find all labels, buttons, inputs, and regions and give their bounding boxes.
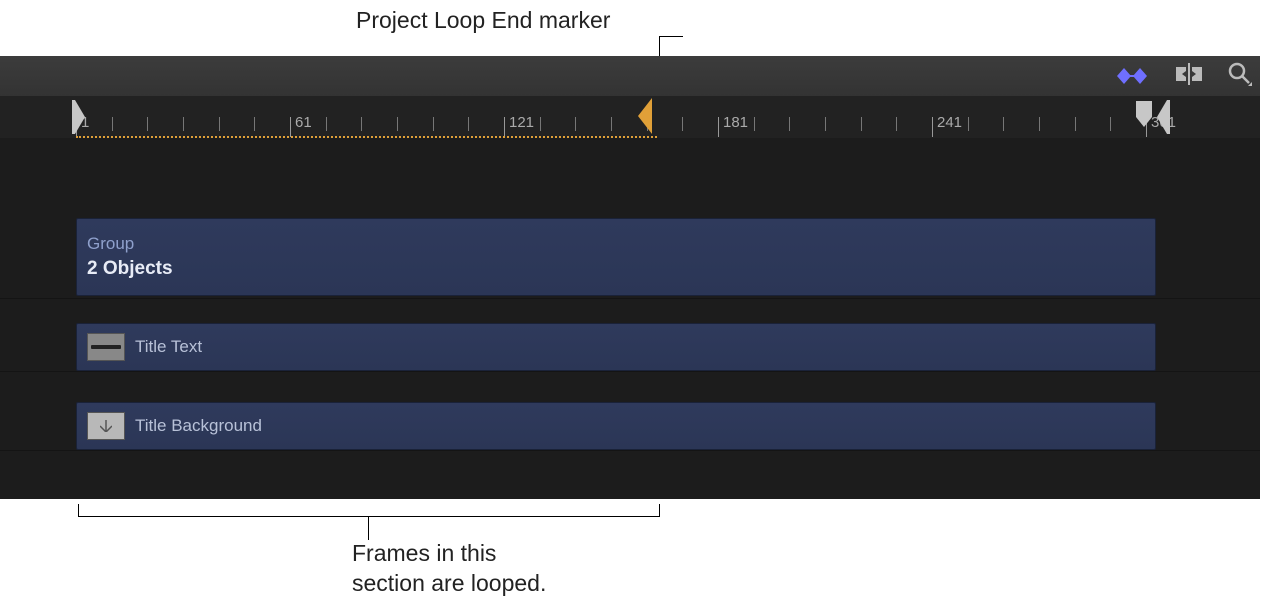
layer-name: Title Background <box>135 416 262 436</box>
timeline-ruler[interactable]: 161121181241301 <box>0 96 1260 139</box>
ruler-tick-minor <box>468 117 469 131</box>
ruler-tick-minor <box>361 117 362 131</box>
ruler-label: 61 <box>295 114 312 131</box>
ruler-tick-minor <box>575 117 576 131</box>
layer-thumbnail <box>87 412 125 440</box>
play-range-end-marker[interactable] <box>1156 98 1170 136</box>
ruler-tick-minor <box>1039 117 1040 131</box>
layer-thumbnail <box>87 333 125 361</box>
ruler-tick-minor <box>896 117 897 131</box>
ruler-tick-minor <box>754 117 755 131</box>
ruler-tick-minor <box>1075 117 1076 131</box>
ruler-tick-minor <box>611 117 612 131</box>
track-group[interactable]: Group 2 Objects <box>76 218 1156 296</box>
ruler-tick-minor <box>254 117 255 131</box>
ruler-tick-minor <box>147 117 148 131</box>
ruler-tick-minor <box>183 117 184 131</box>
callout-frames-2: section are looped. <box>352 570 546 597</box>
ruler-tick-minor <box>1003 117 1004 131</box>
play-range-start-marker[interactable] <box>72 98 80 136</box>
ruler-tick-major <box>290 117 291 137</box>
ruler-label: 241 <box>937 114 962 131</box>
ruler-tick-minor <box>112 117 113 131</box>
ruler-tick-minor <box>861 117 862 131</box>
tracks-area[interactable]: Group 2 Objects Title Text Title Backgro… <box>0 138 1260 499</box>
callout-leader-top-h <box>659 36 683 37</box>
layer-name: Title Text <box>135 337 202 357</box>
ruler-tick-minor <box>219 117 220 131</box>
callout-loop-end: Project Loop End marker <box>356 7 610 34</box>
callout-frames-1: Frames in this <box>352 540 496 567</box>
ruler-tick-minor <box>968 117 969 131</box>
ruler-tick-minor <box>433 117 434 131</box>
ruler-tick-minor <box>682 117 683 131</box>
ruler-tick-major <box>504 117 505 137</box>
ruler-tick-major <box>932 117 933 137</box>
group-name: Group <box>87 234 134 254</box>
zoom-icon[interactable] <box>1228 62 1252 91</box>
callout-leader-bottom <box>368 516 369 540</box>
ruler-label: 181 <box>723 114 748 131</box>
group-subtitle: 2 Objects <box>87 258 173 280</box>
playhead[interactable] <box>1132 98 1156 136</box>
track-title-background[interactable]: Title Background <box>76 402 1156 450</box>
timeline-panel: 161121181241301 <box>0 56 1260 499</box>
ruler-tick-major <box>718 117 719 137</box>
snap-icon[interactable] <box>1176 63 1202 90</box>
track-title-text[interactable]: Title Text <box>76 323 1156 371</box>
timeline-toolbar <box>0 56 1260 97</box>
keyframes-icon[interactable] <box>1116 67 1150 85</box>
ruler-tick-minor <box>825 117 826 131</box>
ruler-tick-minor <box>540 117 541 131</box>
ruler-label: 121 <box>509 114 534 131</box>
ruler-tick-minor <box>1110 117 1111 131</box>
callout-bracket <box>78 504 660 517</box>
ruler-tick-minor <box>397 117 398 131</box>
ruler-tick-minor <box>789 117 790 131</box>
ruler-tick-minor <box>326 117 327 131</box>
